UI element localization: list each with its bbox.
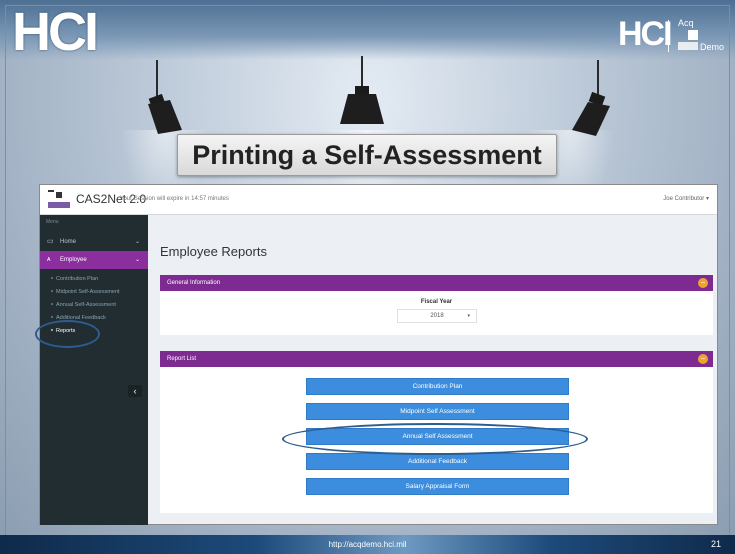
footer-url: http://acqdemo.hci.mil xyxy=(328,540,407,549)
salary-appraisal-form-button[interactable]: Salary Appraisal Form xyxy=(306,478,569,495)
main-content: Employee Reports General Information − F… xyxy=(148,215,717,525)
app-window: CAS2Net 2.0 Your Session will expire in … xyxy=(39,184,718,525)
collapse-toggle-icon[interactable]: − xyxy=(698,354,708,364)
sidebar-subitem-reports[interactable]: ∘ Reports xyxy=(40,325,148,337)
page-number: 21 xyxy=(710,539,721,549)
chevron-down-icon: ⌄ xyxy=(134,257,140,263)
session-timer: Your Session will expire in 14:57 minute… xyxy=(120,196,229,202)
additional-feedback-button[interactable]: Additional Feedback xyxy=(306,453,569,470)
annual-self-assessment-button[interactable]: Annual Self Assessment xyxy=(306,428,569,445)
chevron-down-icon: ▾ xyxy=(467,313,470,319)
page-title: Employee Reports xyxy=(160,244,267,259)
sidebar-menu-label: Menu xyxy=(46,219,59,225)
general-information-panel: General Information − Fiscal Year 2018 ▾ xyxy=(160,275,713,335)
sidebar-subitem-annual[interactable]: ∘ Annual Self-Assessment xyxy=(40,299,148,311)
sidebar-subitem-additional-feedback[interactable]: ∘ Additional Feedback xyxy=(40,312,148,324)
collapse-toggle-icon[interactable]: − xyxy=(698,278,708,288)
app-topbar: CAS2Net 2.0 Your Session will expire in … xyxy=(40,185,717,215)
sidebar-item-home[interactable]: ▭ Home ⌄ xyxy=(40,233,148,251)
sidebar-subitem-contribution-plan[interactable]: ∘ Contribution Plan xyxy=(40,273,148,285)
panel-header: General Information − xyxy=(160,275,713,291)
sidebar: Menu ▭ Home ⌄ ᴀ Employee ⌄ ∘ Contribution… xyxy=(40,215,148,525)
midpoint-self-assessment-button[interactable]: Midpoint Self Assessment xyxy=(306,403,569,420)
collapse-sidebar-button[interactable]: ‹ xyxy=(128,385,142,397)
user-menu[interactable]: Joe Contributor ▾ xyxy=(663,195,709,203)
chevron-down-icon: ⌄ xyxy=(134,239,140,245)
sidebar-item-employee[interactable]: ᴀ Employee ⌄ xyxy=(40,251,148,269)
panel-header: Report List − xyxy=(160,351,713,367)
monitor-icon: ▭ xyxy=(47,238,54,245)
fiscal-year-select[interactable]: 2018 ▾ xyxy=(397,309,477,323)
sidebar-subitem-midpoint[interactable]: ∘ Midpoint Self-Assessment xyxy=(40,286,148,298)
acqdemo-app-logo xyxy=(48,190,70,210)
fiscal-year-label: Fiscal Year xyxy=(420,299,453,305)
report-list-panel: Report List − Contribution Plan Midpoint… xyxy=(160,351,713,513)
slide-title: Printing a Self-Assessment xyxy=(177,134,557,176)
user-icon: ᴀ xyxy=(47,256,51,263)
contribution-plan-button[interactable]: Contribution Plan xyxy=(306,378,569,395)
